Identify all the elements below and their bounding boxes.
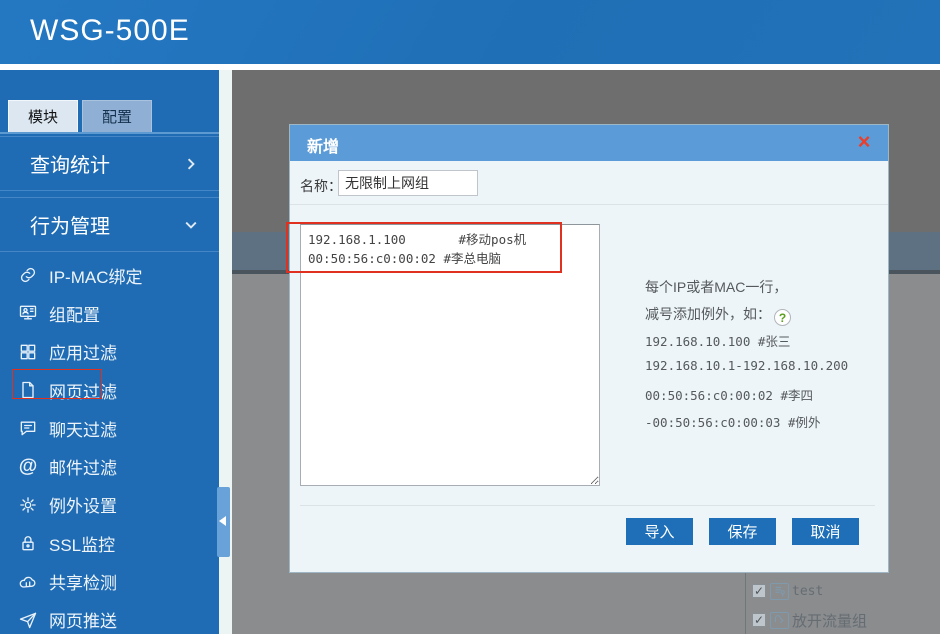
tab-modules[interactable]: 模块 [8,100,78,132]
sidebar-item-app-filter[interactable]: 应用过滤 [0,333,219,371]
background-list-item: ✓ 放开流量组 [752,609,938,631]
add-group-dialog: 新增 × 名称： 192.168.1.100 #移动pos机 00:50:56:… [290,125,888,572]
sidebar-group-query-stats[interactable]: 查询统计 [0,136,219,191]
sidebar-item-web-push[interactable]: 网页推送 [0,601,219,634]
name-label: 名称： [300,176,342,196]
help-example: -00:50:56:c0:00:03 #例外 [645,412,880,439]
sidebar: 模块 配置 查询统计 行为管理 IP-MAC绑定 [0,70,219,634]
app-header: WSG-500E [0,0,940,64]
sidebar-item-mail-filter[interactable]: @ 邮件过滤 [0,447,219,485]
link-icon [16,264,40,286]
ip-mac-entries-textarea[interactable]: 192.168.1.100 #移动pos机 00:50:56:c0:00:02 … [300,224,600,486]
sidebar-tabs: 模块 配置 [8,100,152,132]
background-list-item: ✓ test [752,580,938,602]
dialog-title: 新增 [307,133,339,157]
import-button[interactable]: 导入 [626,518,693,545]
chevron-right-icon [183,156,199,172]
tab-config[interactable]: 配置 [82,100,152,132]
group-monitor-icon [16,302,40,324]
save-button[interactable]: 保存 [709,518,776,545]
sidebar-group-label: 行为管理 [30,210,110,239]
group-list-icon [770,583,789,600]
background-item-label: 放开流量组 [792,610,867,631]
sidebar-group-label: 查询统计 [30,149,110,178]
sidebar-menu: IP-MAC绑定 组配置 应用过滤 网页过滤 [0,256,219,634]
app-root: WSG-500E ✓ test ✓ 放开流量组 模块 配置 查询统计 [0,0,940,634]
help-text-block: 每个IP或者MAC一行， 减号添加例外，如：? 192.168.10.100 #… [645,277,880,439]
checkbox-checked[interactable]: ✓ [752,584,766,598]
checkbox-checked[interactable]: ✓ [752,613,766,627]
dialog-buttons: 导入 保存 取消 [626,518,859,545]
sidebar-item-ip-mac-binding[interactable]: IP-MAC绑定 [0,256,219,294]
help-example: 192.168.10.100 #张三 [645,331,880,358]
sidebar-collapse-handle[interactable] [217,487,230,557]
lock-icon [16,532,40,554]
page-icon [16,379,40,401]
dialog-header: 新增 × [290,125,888,161]
chevron-down-icon [183,217,199,233]
sidebar-item-label: 网页推送 [49,607,117,632]
flow-group-icon [770,612,789,629]
background-tree-line [745,573,746,634]
background-item-label: test [792,584,823,599]
sidebar-item-chat-filter[interactable]: 聊天过滤 [0,409,219,447]
sidebar-item-label: 例外设置 [49,492,117,517]
tabs-underline [0,132,219,134]
cancel-button[interactable]: 取消 [792,518,859,545]
app-title: WSG-500E [30,14,190,48]
sidebar-group-behavior-mgmt[interactable]: 行为管理 [0,197,219,252]
sidebar-item-label: 聊天过滤 [49,416,117,441]
sidebar-item-exception-settings[interactable]: 例外设置 [0,486,219,524]
sidebar-item-web-filter[interactable]: 网页过滤 [0,371,219,409]
at-icon: @ [16,456,40,478]
group-name-input[interactable] [338,170,478,196]
sidebar-item-group-config[interactable]: 组配置 [0,294,219,332]
sidebar-item-label: 邮件过滤 [49,454,117,479]
sidebar-item-label: 应用过滤 [49,339,117,364]
cloud-icon [16,571,40,593]
sidebar-item-label: 共享检测 [49,569,117,594]
sidebar-item-ssl-monitor[interactable]: SSL监控 [0,524,219,562]
help-line: 每个IP或者MAC一行， [645,277,880,304]
sidebar-item-label: 组配置 [49,301,100,326]
dialog-separator [300,505,875,506]
chat-icon [16,417,40,439]
help-example: 00:50:56:c0:00:02 #李四 [645,385,880,412]
gear-icon [16,494,40,516]
send-icon [16,609,40,631]
collapse-arrow-icon [219,516,226,526]
close-icon[interactable]: × [852,129,876,155]
sidebar-item-label: SSL监控 [49,531,115,556]
help-example: 192.168.10.1-192.168.10.200 [645,358,880,385]
sidebar-item-label: 网页过滤 [49,378,117,403]
help-question-icon[interactable]: ? [774,309,791,326]
help-line: 减号添加例外，如：? [645,304,880,331]
sidebar-item-share-detect[interactable]: 共享检测 [0,562,219,600]
dialog-separator [290,204,888,205]
sidebar-item-label: IP-MAC绑定 [49,263,143,288]
grid-icon [16,341,40,363]
